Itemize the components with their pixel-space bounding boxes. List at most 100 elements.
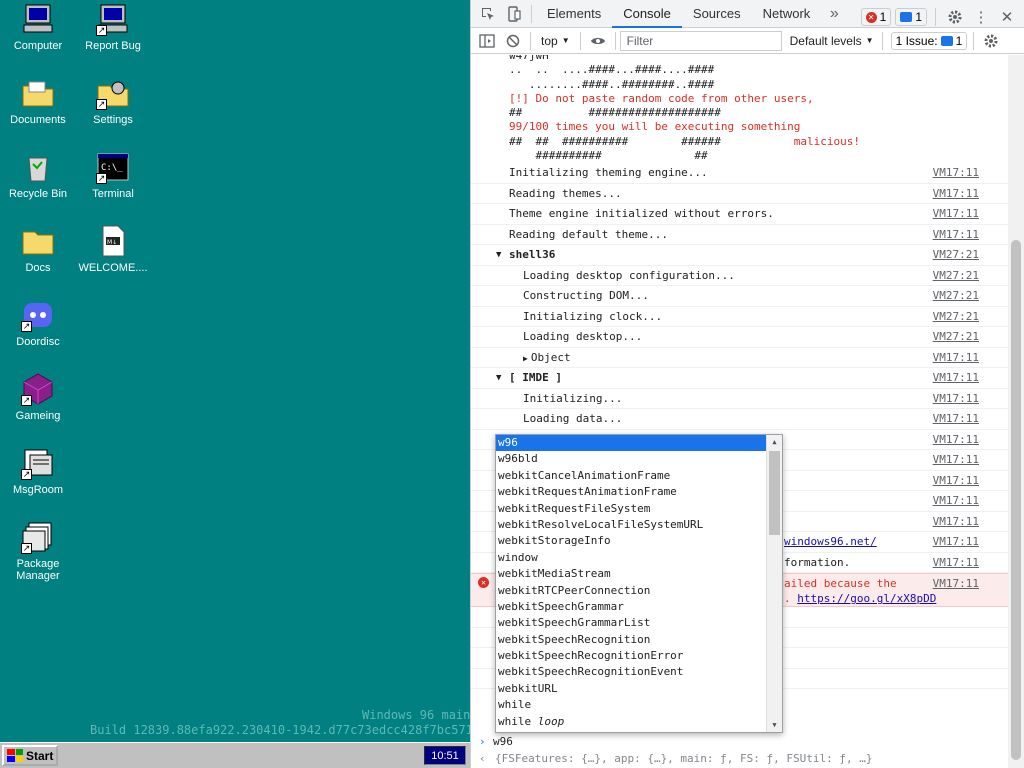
console-prompt[interactable]: › w96 (471, 735, 1009, 751)
autocomplete-item[interactable]: webkitRTCPeerConnection (496, 583, 767, 599)
sidebar-toggle-icon[interactable] (474, 28, 500, 54)
source-link[interactable]: VM27:21 (933, 307, 979, 327)
desktop-icon-terminal[interactable]: C:\_ ↗ Terminal (75, 150, 151, 200)
console-message: Initializing... (523, 391, 623, 405)
source-link[interactable]: VM17:11 (933, 348, 979, 368)
markdown-file-icon: M↓ (96, 224, 130, 258)
source-link[interactable]: VM17:11 (933, 553, 979, 573)
error-count-badge[interactable]: ✕ 1 (860, 8, 892, 26)
autocomplete-item[interactable]: while (496, 697, 767, 713)
tab-console[interactable]: Console (612, 0, 682, 28)
desktop-icon-settings[interactable]: ↗ Settings (75, 76, 151, 126)
console-message: formation. (784, 555, 851, 569)
source-link[interactable]: VM17:11 (933, 576, 979, 591)
console-url-link[interactable]: windows96.net/ (784, 532, 877, 552)
autocomplete-item[interactable]: webkitRequestAnimationFrame (496, 484, 767, 500)
source-link[interactable]: VM17:11 (933, 450, 979, 470)
desktop-icon-report-bug[interactable]: ↗ Report Bug (75, 2, 151, 52)
desktop-icon-package-manager[interactable]: ↗ Package Manager (0, 520, 76, 582)
settings-gear-icon[interactable] (944, 4, 966, 30)
devtools-tab-bar: Elements Console Sources Network » ✕ 1 1 ⋮ … (471, 0, 1024, 28)
desktop-icon-welcome[interactable]: M↓ WELCOME.... (75, 224, 151, 274)
console-scrollbar[interactable] (1008, 55, 1024, 768)
autocomplete-item[interactable]: window (496, 550, 767, 566)
autocomplete-item[interactable]: webkitSpeechRecognition (496, 632, 767, 648)
scroll-down-arrow-icon[interactable]: ▼ (767, 718, 782, 732)
system-tray-clock[interactable]: 10:51 (424, 746, 466, 765)
shortcut-arrow-icon: ↗ (21, 321, 32, 332)
autocomplete-item[interactable]: webkitURL (496, 681, 767, 697)
desktop-icon-doordisc[interactable]: ↗ Doordisc (0, 298, 76, 348)
issues-button[interactable]: 1 Issue: 1 (890, 31, 968, 50)
scroll-up-arrow-icon[interactable]: ▲ (767, 435, 782, 449)
inspect-element-icon[interactable] (475, 1, 501, 27)
ascii-art-line: 99/100 times you will be executing somet… (509, 120, 801, 134)
autocomplete-dropdown: w96 w96bld webkitCancelAnimationFrame webki… (495, 434, 783, 733)
source-link[interactable]: VM17:11 (933, 409, 979, 429)
source-link[interactable]: VM17:11 (933, 512, 979, 532)
live-expression-eye-icon[interactable] (585, 28, 611, 54)
source-link[interactable]: VM17:11 (933, 430, 979, 450)
context-selector[interactable]: top ▼ (535, 34, 576, 48)
autocomplete-item[interactable]: while loop (496, 714, 767, 730)
autocomplete-scrollbar[interactable]: ▲ ▼ (766, 435, 782, 732)
source-link[interactable]: VM17:11 (933, 491, 979, 511)
clear-console-icon[interactable] (500, 28, 526, 54)
console-message: Initializing theming engine... (509, 166, 708, 180)
source-link[interactable]: VM17:11 (933, 184, 979, 204)
scrollbar-thumb[interactable] (1011, 240, 1021, 760)
autocomplete-item[interactable]: webkitSpeechGrammar (496, 599, 767, 615)
log-levels-dropdown[interactable]: Default levels ▼ (790, 34, 874, 48)
device-toolbar-icon[interactable] (501, 1, 527, 27)
autocomplete-item[interactable]: webkitRequestFileSystem (496, 501, 767, 517)
more-options-icon[interactable]: ⋮ (970, 4, 992, 30)
source-link[interactable]: VM27:21 (933, 245, 979, 265)
desktop-icon-gameing[interactable]: ↗ Gameing (0, 372, 76, 422)
start-button[interactable]: Start (2, 745, 58, 766)
filter-input[interactable] (619, 30, 782, 51)
autocomplete-item[interactable]: webkitSpeechGrammarList (496, 615, 767, 631)
autocomplete-item[interactable]: webkitResolveLocalFileSystemURL (496, 517, 767, 533)
console-settings-gear-icon[interactable] (978, 28, 1004, 54)
console-group-row[interactable]: ▼ [ IMDE ] VM17:11 (471, 368, 1009, 389)
autocomplete-item[interactable]: with (496, 730, 767, 732)
console-group-row[interactable]: ▼ shell36 VM27:21 (471, 245, 1009, 266)
autocomplete-item[interactable]: webkitCancelAnimationFrame (496, 468, 767, 484)
desktop-icon-msgroom[interactable]: ↗ MsgRoom (0, 446, 76, 496)
close-devtools-icon[interactable]: ✕ (996, 4, 1018, 30)
doordisc-icon: ↗ (21, 298, 55, 332)
autocomplete-item[interactable]: w96bld (496, 451, 767, 467)
desktop-icon-documents[interactable]: Documents (0, 76, 76, 126)
source-link[interactable]: VM27:21 (933, 266, 979, 286)
desktop-icon-recycle-bin[interactable]: Recycle Bin (0, 150, 76, 200)
source-link[interactable]: VM17:11 (933, 225, 979, 245)
source-link[interactable]: VM17:11 (933, 389, 979, 409)
source-link[interactable]: VM17:11 (933, 163, 979, 183)
desktop-icon-label: Settings (93, 114, 133, 126)
source-link[interactable]: VM27:21 (933, 327, 979, 347)
expand-triangle-icon[interactable]: ▼ (496, 245, 501, 265)
console-log-row[interactable]: ▶ Object VM17:11 (471, 348, 1009, 369)
source-link[interactable]: VM17:11 (933, 204, 979, 224)
autocomplete-scroll-thumb[interactable] (769, 451, 780, 535)
collapsed-triangle-icon[interactable]: ▶ (523, 354, 528, 363)
source-link[interactable]: VM17:11 (933, 368, 979, 388)
source-link[interactable]: VM17:11 (933, 471, 979, 491)
error-help-link[interactable]: https://goo.gl/xX8pDD (797, 592, 936, 605)
autocomplete-item[interactable]: webkitSpeechRecognitionError (496, 648, 767, 664)
source-link[interactable]: VM27:21 (933, 286, 979, 306)
expand-triangle-icon[interactable]: ▼ (496, 368, 501, 388)
tab-elements[interactable]: Elements (536, 0, 612, 28)
more-tabs-icon[interactable]: » (821, 1, 847, 27)
tab-network[interactable]: Network (752, 0, 822, 28)
message-count-badge[interactable]: 1 (895, 8, 927, 26)
autocomplete-item[interactable]: webkitMediaStream (496, 566, 767, 582)
console-input-text[interactable]: w96 (493, 735, 513, 748)
desktop-icon-computer[interactable]: Computer (0, 2, 76, 52)
source-link[interactable]: VM17:11 (933, 532, 979, 552)
desktop-icon-docs[interactable]: Docs (0, 224, 76, 274)
autocomplete-item[interactable]: webkitStorageInfo (496, 533, 767, 549)
tab-sources[interactable]: Sources (682, 0, 752, 28)
autocomplete-item[interactable]: w96 (496, 435, 767, 452)
autocomplete-item[interactable]: webkitSpeechRecognitionEvent (496, 664, 767, 680)
